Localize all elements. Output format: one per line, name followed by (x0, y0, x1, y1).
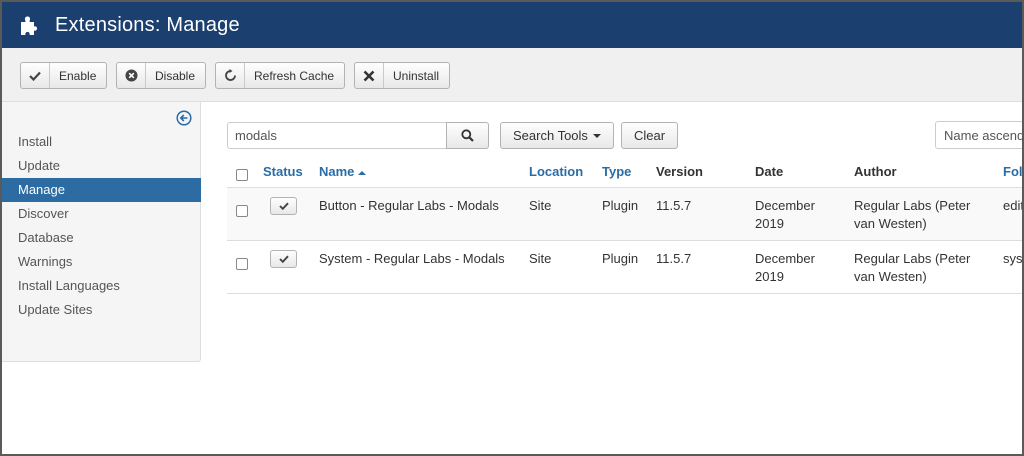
sidebar-item-manage[interactable]: Manage (2, 178, 201, 202)
sidebar-item-update-sites[interactable]: Update Sites (2, 298, 201, 322)
date-line: December (755, 251, 815, 266)
check-icon (278, 255, 289, 263)
enable-button[interactable]: Enable (20, 62, 108, 89)
search-icon (461, 129, 474, 142)
extensions-table: Status Name Location Type Version Date A… (227, 156, 1022, 294)
select-all-checkbox[interactable] (236, 169, 248, 181)
date-line: December (755, 198, 815, 213)
collapse-sidebar-icon[interactable] (176, 110, 192, 126)
disable-button[interactable]: Disable (116, 62, 207, 89)
extension-folder: editors-xtd (1003, 198, 1022, 213)
extension-version: 11.5.7 (656, 198, 692, 213)
disable-label: Disable (155, 68, 196, 83)
sidebar-item-warnings[interactable]: Warnings (2, 250, 201, 274)
date-column-header: Date (755, 164, 784, 179)
extension-location: Site (529, 251, 552, 266)
extension-author: Regular Labs (Peter van Westen) (854, 197, 970, 233)
search-tools-label: Search Tools (513, 128, 588, 143)
author-line: Regular Labs (Peter (854, 251, 971, 266)
toolbar: Enable Disable Refresh Cache Uninstall (2, 48, 1022, 102)
status-column-header[interactable]: Status (263, 163, 303, 181)
app-frame: Extensions: Manage Enable Disable Refres… (2, 2, 1022, 454)
extension-type: Plugin (602, 251, 639, 266)
sort-select[interactable]: Name ascending (935, 121, 1022, 149)
row-checkbox[interactable] (236, 205, 248, 217)
check-icon (21, 63, 50, 88)
folder-column-header[interactable]: Folder (1003, 163, 1022, 181)
page-title: Extensions: Manage (55, 13, 240, 36)
author-line: van Westen) (854, 269, 927, 284)
extension-folder: system (1003, 251, 1022, 266)
table-row: Button - Regular Labs - Modals Site Plug… (227, 188, 1022, 241)
sidebar-item-database[interactable]: Database (2, 226, 201, 250)
close-icon (355, 63, 384, 88)
puzzle-icon (21, 16, 38, 35)
row-checkbox[interactable] (236, 258, 248, 270)
author-line: Regular Labs (Peter (854, 198, 971, 213)
refresh-icon (216, 63, 245, 88)
date-line: 2019 (755, 216, 784, 231)
check-icon (278, 202, 289, 210)
table-header: Status Name Location Type Version Date A… (227, 156, 1022, 188)
extension-author: Regular Labs (Peter van Westen) (854, 250, 970, 286)
disable-icon (117, 63, 146, 88)
clear-button[interactable]: Clear (621, 122, 679, 149)
extension-date: December 2019 (755, 250, 815, 286)
sidebar-item-install-languages[interactable]: Install Languages (2, 274, 201, 298)
extension-date: December 2019 (755, 197, 815, 233)
status-toggle-button[interactable] (270, 197, 297, 215)
main-content: Search Tools Clear Name ascending Status… (227, 120, 1022, 320)
version-column-header: Version (656, 164, 703, 179)
sort-select-value: Name ascending (944, 127, 1022, 143)
author-column-header: Author (854, 164, 897, 179)
search-button[interactable] (446, 122, 489, 149)
sidebar-item-discover[interactable]: Discover (2, 202, 201, 226)
extension-type: Plugin (602, 198, 639, 213)
search-input[interactable] (227, 122, 447, 149)
uninstall-button[interactable]: Uninstall (354, 62, 451, 89)
author-line: van Westen) (854, 216, 927, 231)
refresh-cache-label: Refresh Cache (254, 68, 335, 83)
enable-label: Enable (59, 68, 97, 83)
refresh-cache-button[interactable]: Refresh Cache (215, 62, 346, 89)
name-column-label: Name (319, 164, 355, 179)
extension-version: 11.5.7 (656, 251, 692, 266)
extension-name[interactable]: System - Regular Labs - Modals (319, 250, 505, 268)
type-column-header[interactable]: Type (602, 163, 631, 181)
sidebar-item-update[interactable]: Update (2, 154, 201, 178)
date-line: 2019 (755, 269, 784, 284)
caret-down-icon (592, 134, 601, 138)
table-row: System - Regular Labs - Modals Site Plug… (227, 241, 1022, 294)
status-toggle-button[interactable] (270, 250, 297, 268)
sidebar: Install Update Manage Discover Database … (2, 102, 201, 362)
uninstall-label: Uninstall (393, 68, 440, 83)
sidebar-menu: Install Update Manage Discover Database … (2, 130, 201, 322)
sidebar-item-install[interactable]: Install (2, 130, 201, 154)
extension-name[interactable]: Button - Regular Labs - Modals (319, 197, 499, 215)
clear-label: Clear (634, 128, 666, 143)
page-header: Extensions: Manage (2, 2, 1022, 48)
sort-asc-icon (358, 170, 367, 175)
location-column-header[interactable]: Location (529, 163, 583, 181)
name-column-header[interactable]: Name (319, 163, 367, 181)
extension-location: Site (529, 198, 552, 213)
search-tools-button[interactable]: Search Tools (500, 122, 614, 149)
